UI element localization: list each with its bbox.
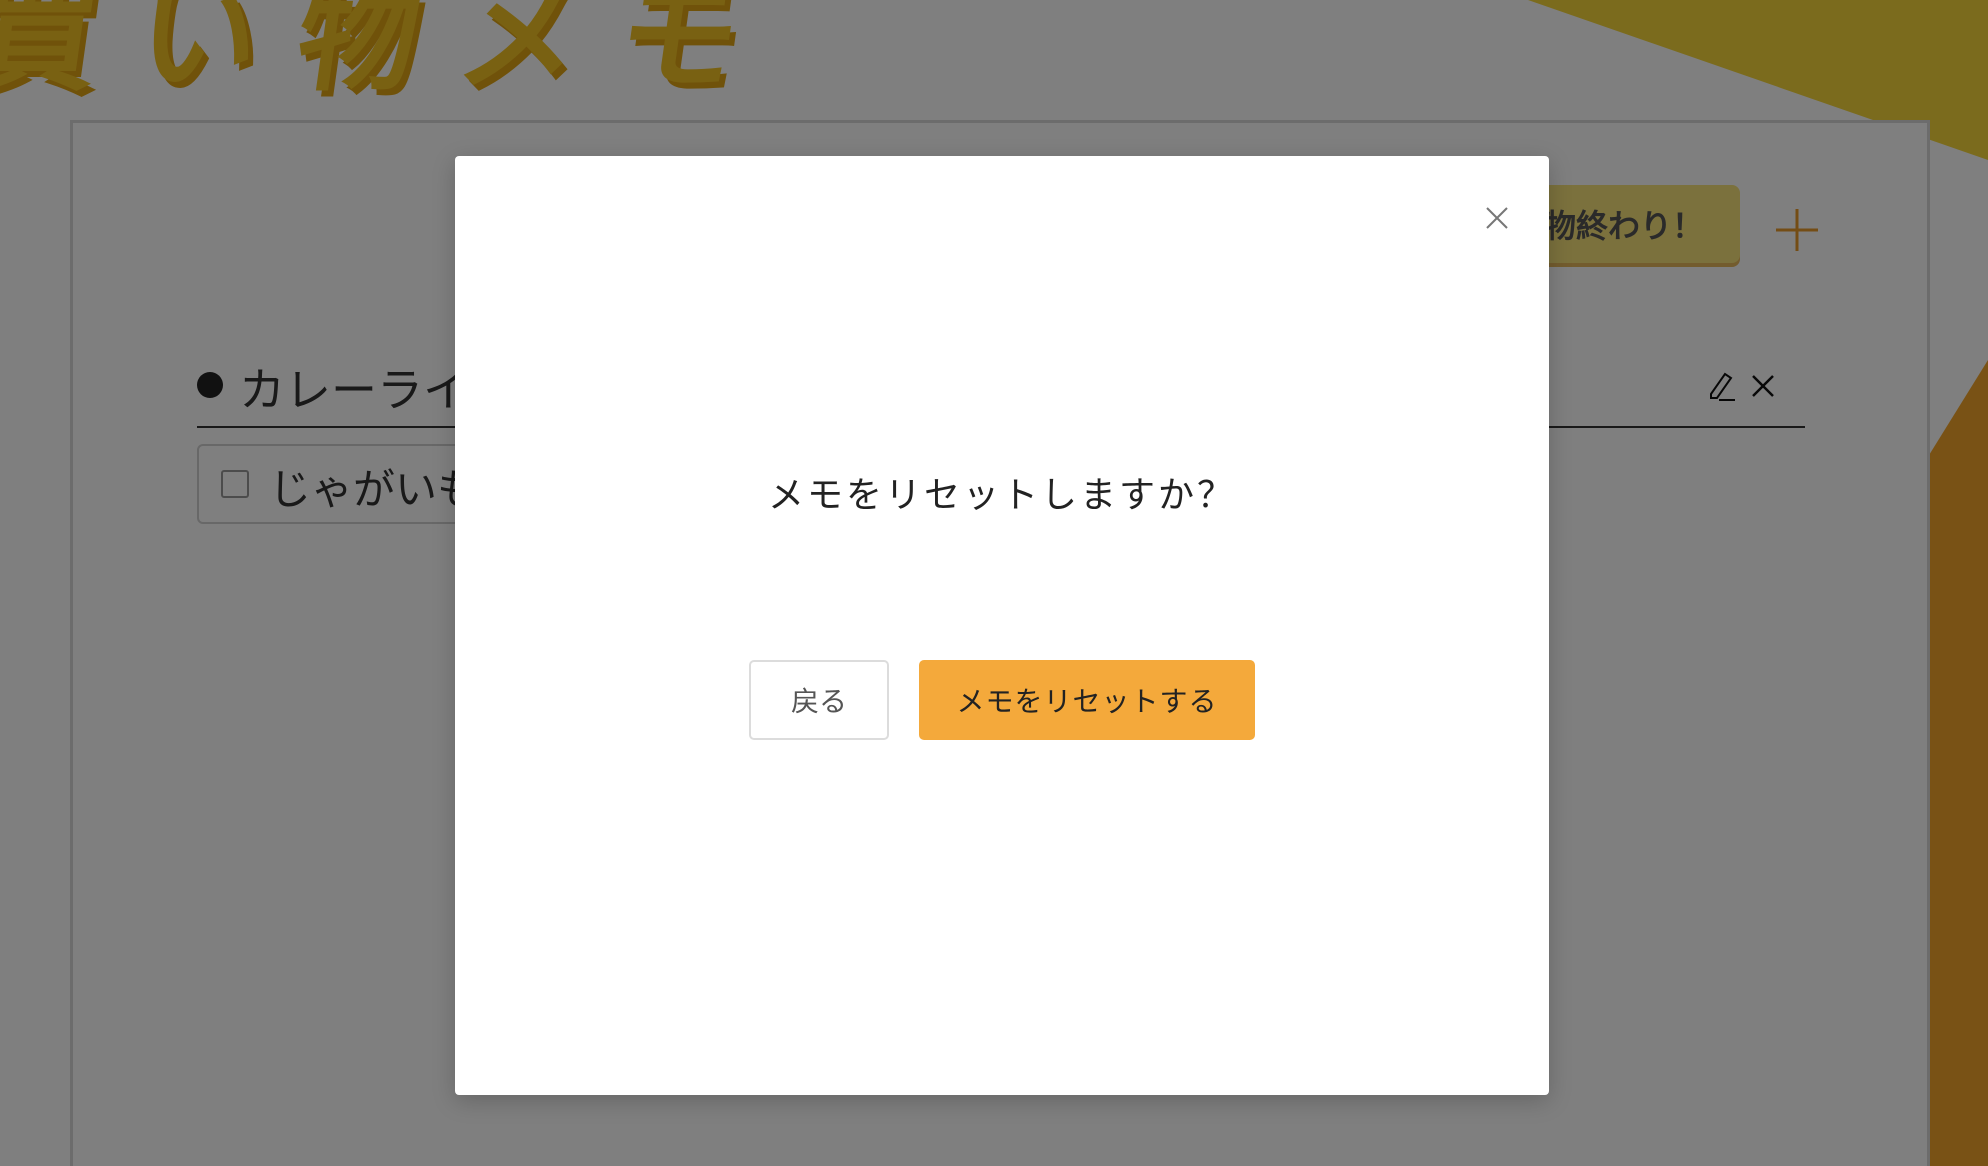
- back-button[interactable]: 戻る: [749, 660, 889, 740]
- close-icon[interactable]: [1479, 200, 1515, 236]
- app-screen: 買い物メモ 物終わり！ カレーライ じゃがいも: [0, 0, 1988, 1166]
- reset-memo-button[interactable]: メモをリセットする: [919, 660, 1255, 740]
- dialog-message: メモをリセットしますか？: [767, 475, 1236, 516]
- reset-confirm-dialog: メモをリセットしますか？ 戻る メモをリセットする: [455, 156, 1549, 1095]
